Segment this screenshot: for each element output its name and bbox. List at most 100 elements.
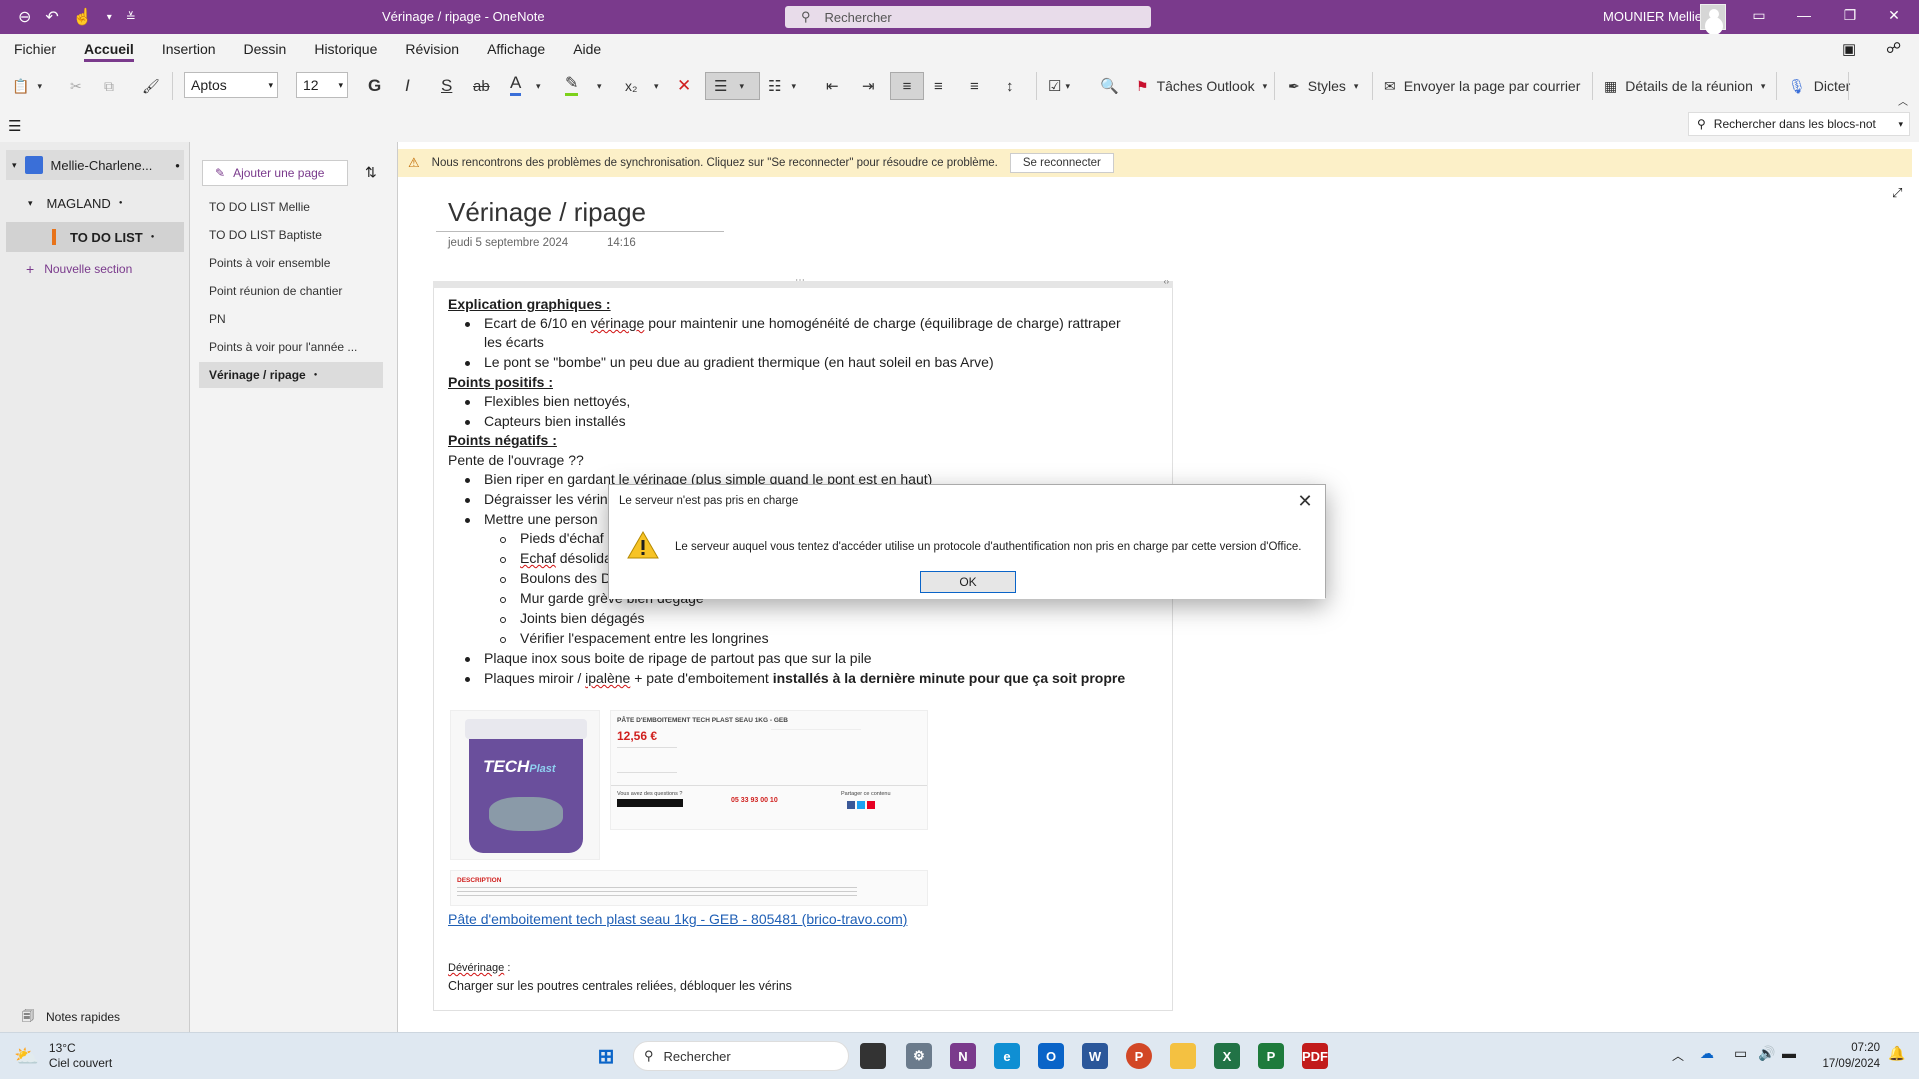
ok-button[interactable]: OK [920,571,1016,593]
chevron-down-icon[interactable]: ▾ [597,72,602,100]
todo-tag-icon[interactable]: ☑ ▾ [1048,72,1070,100]
chevron-down-icon[interactable]: ▾ [1898,119,1903,130]
cut-icon[interactable]: ✂ [70,72,82,100]
minimize-icon[interactable]: — [1794,7,1814,23]
strikethrough-button[interactable]: ab [473,72,490,100]
bold-button[interactable]: G [368,72,381,100]
font-name-select[interactable]: Aptos ▾ [184,72,278,98]
font-size-select[interactable]: 12 ▾ [296,72,348,98]
styles-button[interactable]: ✒ Styles ▾ [1288,72,1358,100]
line-spacing-icon[interactable]: ↕ [1006,72,1014,100]
chevron-down-icon[interactable]: ▾ [536,72,541,100]
tab-dessin[interactable]: Dessin [244,37,287,61]
tab-insertion[interactable]: Insertion [162,37,216,61]
notebook-sidebar-icon[interactable]: ▣ [1842,40,1856,58]
product-link[interactable]: Pâte d'emboitement tech plast seau 1kg -… [448,911,907,927]
format-painter-icon[interactable]: 🖌 [142,72,160,100]
find-tags-icon[interactable]: 🔍 [1100,72,1119,100]
edge-icon[interactable]: e [994,1043,1020,1069]
page-item[interactable]: Points à voir ensemble [199,250,383,276]
title-search-box[interactable]: ⚲ Rechercher [785,6,1151,28]
tab-accueil[interactable]: Accueil [84,37,134,62]
add-page-button[interactable]: ✎ Ajouter une page [202,160,348,186]
volume-icon[interactable]: 🔊 [1758,1045,1775,1062]
search-notebooks-box[interactable]: ⚲ Rechercher dans les blocs-not ▾ [1688,112,1910,136]
increase-indent-icon[interactable]: ⇥ [862,72,875,100]
decrease-indent-icon[interactable]: ⇤ [826,72,839,100]
subscript-icon[interactable]: x₂ [625,72,637,100]
share-icon[interactable]: ☍ [1886,39,1901,57]
undo-icon[interactable]: ↶ [45,7,58,27]
onedrive-icon[interactable]: ☁ [1700,1045,1714,1062]
taskbar-search[interactable]: ⚲ Rechercher [633,1041,849,1071]
reconnect-button[interactable]: Se reconnecter [1009,153,1114,173]
powerpoint-icon[interactable]: P [1126,1043,1152,1069]
file-explorer-icon[interactable] [1170,1043,1196,1069]
onenote-icon[interactable]: N [950,1043,976,1069]
start-icon[interactable]: ⊞ [593,1043,619,1069]
email-page-button[interactable]: ✉ Envoyer la page par courrier [1384,72,1580,100]
underline-button[interactable]: S [441,72,452,100]
project-icon[interactable]: P [1258,1043,1284,1069]
clear-format-icon[interactable]: ✕ [677,72,691,100]
numbered-list-icon[interactable]: ☷ ▾ [768,72,796,100]
section-group[interactable]: ▾ MAGLAND ● [6,188,184,218]
outlook-tasks-button[interactable]: ⚑ Tâches Outlook ▾ [1136,72,1267,100]
customize-toolbar-icon[interactable]: ≚ [126,10,136,24]
tab-fichier[interactable]: Fichier [14,37,56,61]
word-icon[interactable]: W [1082,1043,1108,1069]
restore-icon[interactable]: ❐ [1840,7,1860,24]
weather-widget[interactable]: ⛅ 13°C Ciel couvert [14,1041,112,1071]
notebook-selector[interactable]: ▾ Mellie-Charlene... ● [6,150,184,180]
quick-notes-button[interactable]: 🗐 Notes rapides [0,1002,190,1032]
copy-icon[interactable]: ⧉ [104,72,114,100]
network-icon[interactable]: ▭ [1734,1045,1747,1062]
align-center-icon[interactable]: ≡ [934,72,943,100]
italic-button[interactable]: I [405,72,410,100]
excel-icon[interactable]: X [1214,1043,1240,1069]
collapse-ribbon-icon[interactable]: ︿ [1898,86,1908,114]
meeting-details-button[interactable]: ▦ Détails de la réunion ▾ [1604,72,1765,100]
pdf-icon[interactable]: PDF [1302,1043,1328,1069]
dictate-button[interactable]: 🎙 Dicter [1788,72,1850,100]
note-container-handle[interactable]: ⋯ ‹› [433,275,1173,288]
touch-mode-icon[interactable]: ☝ [73,7,93,27]
fullscreen-icon[interactable]: ⤢ [1892,185,1902,201]
notification-icon[interactable]: 🔔 [1888,1045,1905,1062]
paste-icon[interactable]: 📋 ▾ [12,72,42,100]
chevron-down-icon[interactable]: ▾ [107,12,112,23]
avatar[interactable] [1700,4,1726,30]
task-view-icon[interactable] [860,1043,886,1069]
battery-icon[interactable]: ▬ [1782,1045,1796,1061]
new-section-button[interactable]: + Nouvelle section [6,254,184,284]
back-icon[interactable]: ⊖ [18,7,31,27]
outlook-icon[interactable]: O [1038,1043,1064,1069]
page-title[interactable]: Vérinage / ripage [448,197,646,228]
ribbon-display-icon[interactable]: ▭ [1749,7,1769,24]
bullet-list-button[interactable]: ☰ ▾ [705,72,760,100]
chevron-down-icon[interactable]: ▾ [654,72,659,100]
sort-pages-icon[interactable]: ⇅ [365,164,377,181]
tab-aide[interactable]: Aide [573,37,601,61]
product-image[interactable]: TECHPlast [450,710,600,860]
page-item-active[interactable]: Vérinage / ripage ● [199,362,383,388]
close-icon[interactable]: ✕ [1884,7,1904,24]
page-item[interactable]: Points à voir pour l'année ... [199,334,383,360]
clock[interactable]: 07:20 17/09/2024 [1812,1040,1880,1072]
tab-historique[interactable]: Historique [314,37,377,61]
hamburger-icon[interactable]: ☰ [8,117,21,135]
highlight-icon[interactable]: ✎ [565,72,579,96]
chevron-up-icon[interactable]: ︿ [1672,1047,1684,1064]
page-item[interactable]: Point réunion de chantier [199,278,383,304]
tab-revision[interactable]: Révision [405,37,459,61]
align-right-icon[interactable]: ≡ [970,72,979,100]
page-item[interactable]: TO DO LIST Mellie [199,194,383,220]
tab-affichage[interactable]: Affichage [487,37,545,61]
page-item[interactable]: TO DO LIST Baptiste [199,222,383,248]
font-color-icon[interactable]: A [510,72,522,96]
page-item[interactable]: PN [199,306,383,332]
user-name[interactable]: MOUNIER Mellie [1603,9,1702,24]
align-left-icon[interactable]: ≡ [890,72,924,100]
close-icon[interactable]: ✕ [1295,491,1315,511]
section-item[interactable]: TO DO LIST ● [6,222,184,252]
